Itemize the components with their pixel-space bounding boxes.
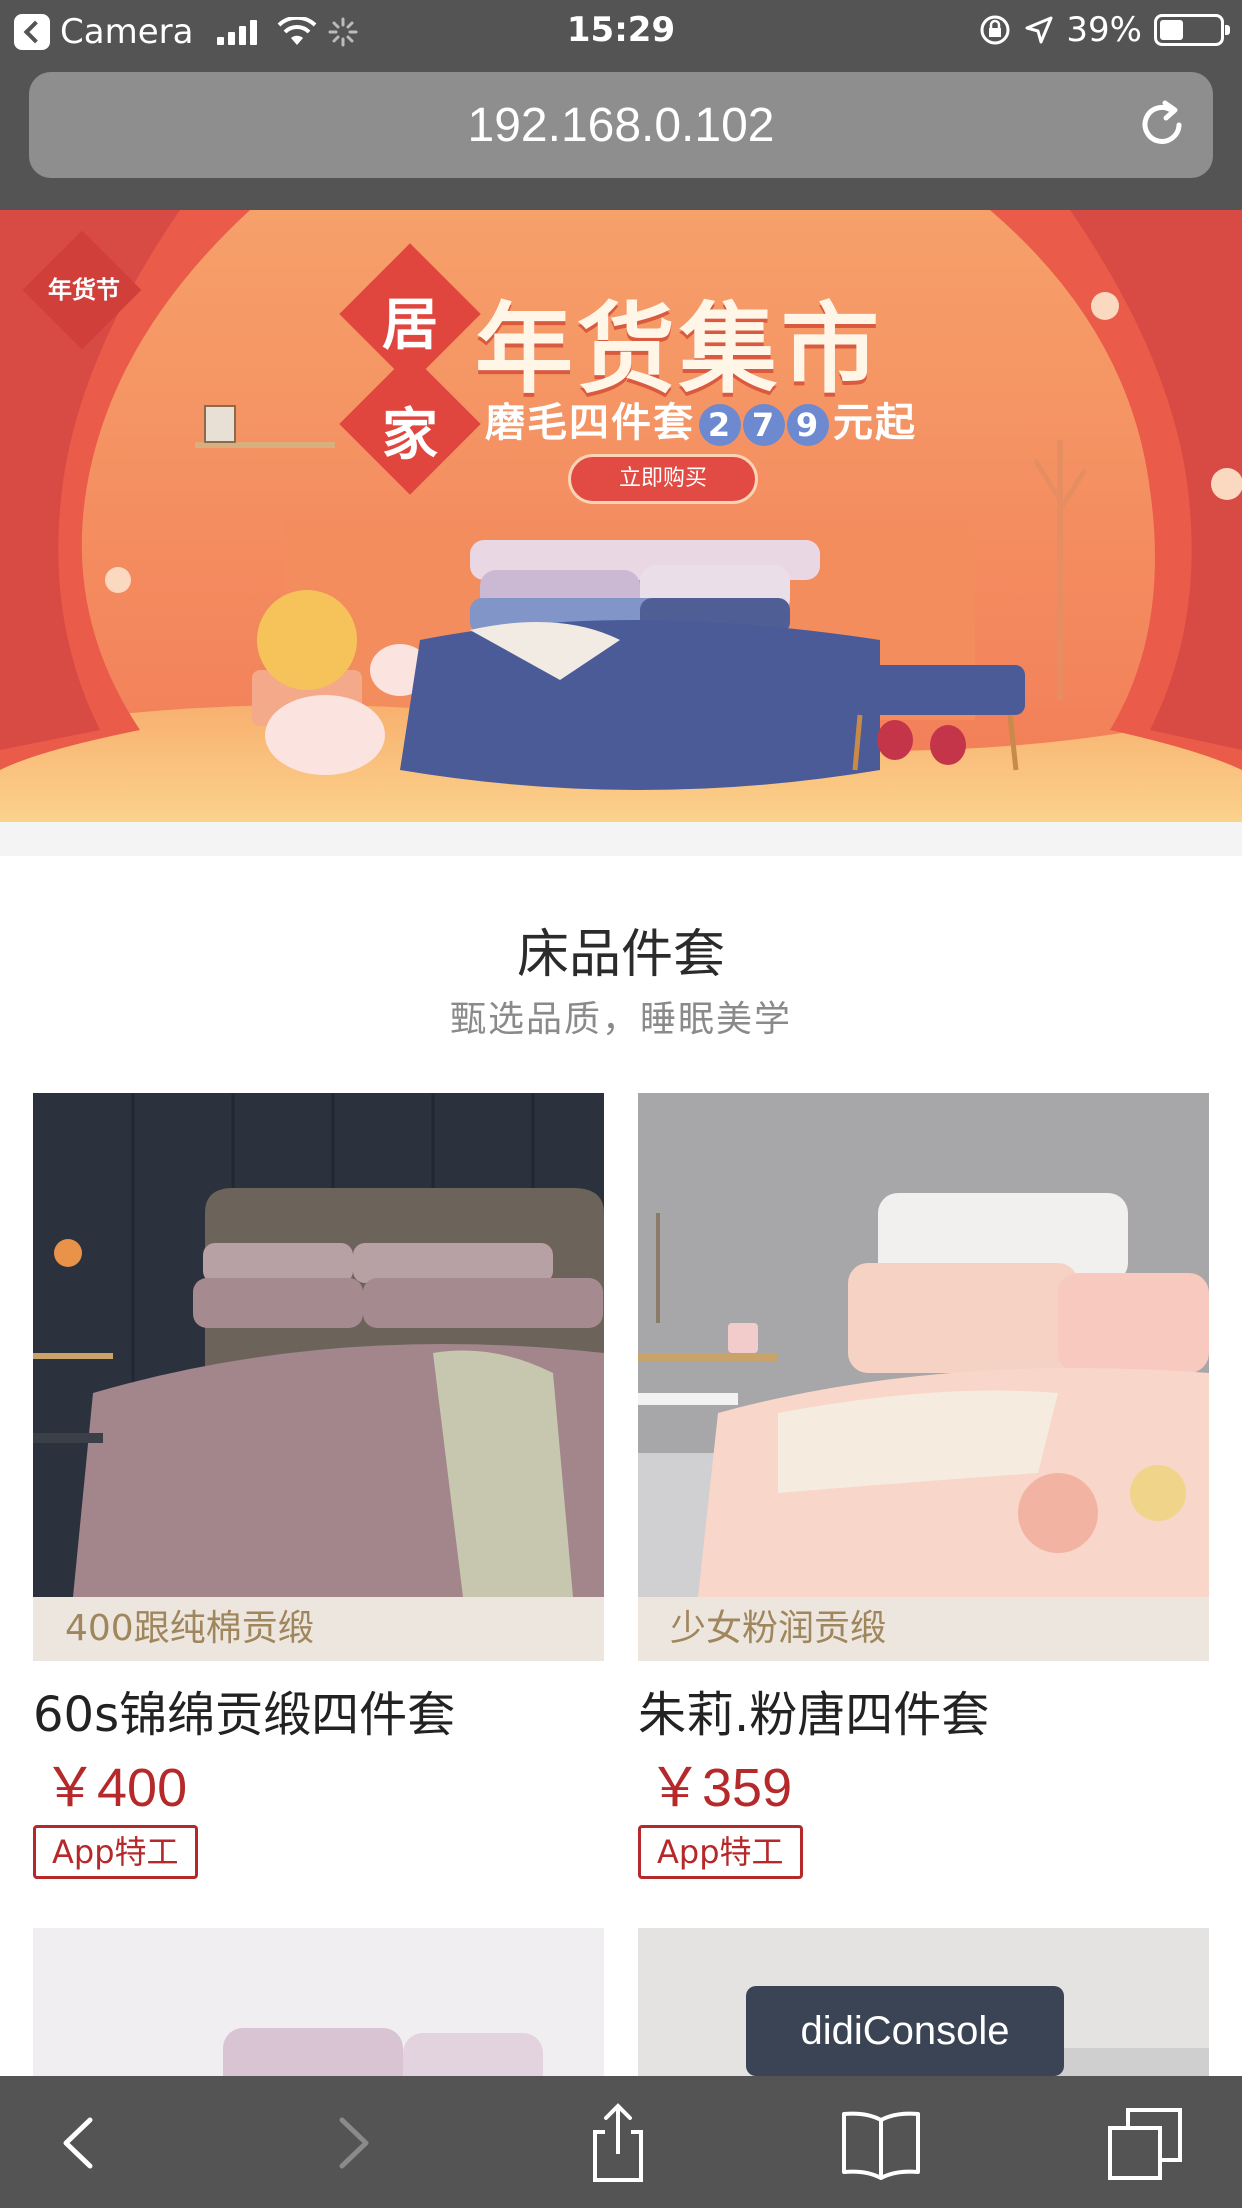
product-price: ￥400	[43, 1758, 188, 1818]
battery-icon	[1154, 14, 1230, 46]
product-tag: 400跟纯棉贡缎	[33, 1597, 604, 1661]
buy-now-button[interactable]: 立即购买	[568, 454, 758, 504]
forward-icon[interactable]	[308, 2098, 398, 2188]
product-image[interactable]	[33, 1093, 604, 1597]
battery-percent: 39%	[1066, 10, 1142, 50]
banner-subtitle-prefix: 磨毛四件套	[485, 400, 695, 446]
product-image[interactable]	[638, 1093, 1209, 1597]
festival-badge-label: 年货节	[48, 276, 120, 304]
product-tag: 少女粉润贡缎	[638, 1597, 1209, 1661]
price-digit: 2	[699, 404, 741, 446]
reload-icon[interactable]	[1135, 98, 1189, 152]
bookmarks-icon[interactable]	[836, 2098, 926, 2188]
section-divider	[0, 822, 1242, 856]
battery-level-fill	[1160, 20, 1183, 40]
product-name[interactable]: 60s锦绵贡缎四件套	[33, 1675, 455, 1745]
side-char-1: 居	[382, 293, 438, 358]
price-digit: 7	[743, 404, 785, 446]
location-icon	[1025, 16, 1053, 44]
status-bar: Camera 15:29 39%	[0, 0, 1242, 62]
tabs-icon[interactable]	[1100, 2098, 1190, 2188]
url-text[interactable]: 192.168.0.102	[29, 98, 1213, 153]
promo-banner[interactable]: 年货节 居 家 年货集市 磨毛四件套 2 7 9 元起 立即购买	[0, 210, 1242, 822]
debug-console-button[interactable]: didiConsole	[746, 1986, 1064, 2076]
app-exclusive-badge: App特工	[33, 1825, 198, 1879]
address-bar[interactable]: 192.168.0.102	[29, 72, 1213, 178]
product-name[interactable]: 朱莉.粉唐四件套	[638, 1675, 989, 1745]
browser-chrome: Camera 15:29 39% 192.168.0.102	[0, 0, 1242, 210]
browser-toolbar	[0, 2076, 1242, 2208]
product-image[interactable]	[33, 1928, 604, 2088]
status-right: 39%	[978, 10, 1230, 50]
price-digit: 9	[787, 404, 829, 446]
app-exclusive-badge: App特工	[638, 1825, 803, 1879]
share-icon[interactable]	[573, 2098, 663, 2188]
section-title: 床品件套	[516, 925, 725, 985]
product-price: ￥359	[648, 1758, 793, 1818]
back-icon[interactable]	[34, 2098, 124, 2188]
product-card-partial[interactable]	[33, 1928, 604, 2088]
side-char-2: 家	[382, 403, 438, 468]
rotation-lock-icon	[980, 15, 1010, 45]
banner-subtitle: 磨毛四件套 2 7 9 元起	[485, 390, 917, 448]
banner-price: 279	[699, 404, 829, 446]
section-subtitle: 甄选品质，睡眠美学	[449, 999, 792, 1040]
banner-subtitle-suffix: 元起	[833, 400, 917, 446]
